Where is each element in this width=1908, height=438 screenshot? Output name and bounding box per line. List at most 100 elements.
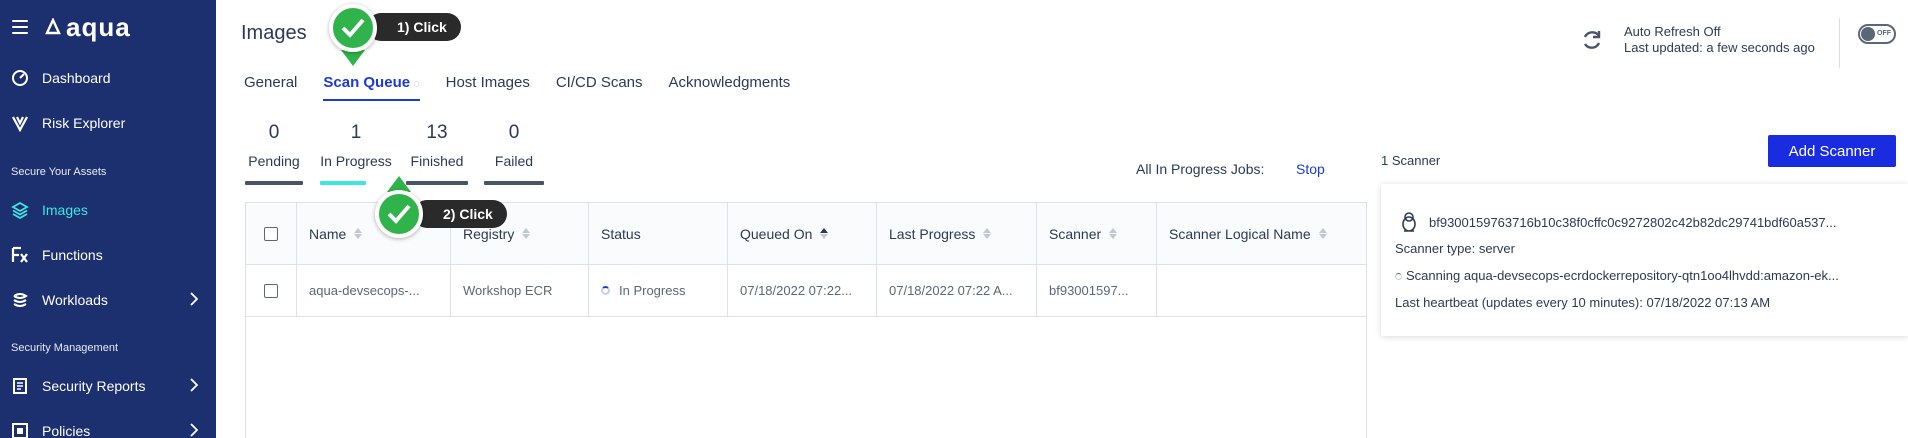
sidebar-item-label: Dashboard (42, 70, 111, 86)
header-divider (1839, 18, 1840, 68)
column-label: Last Progress (889, 225, 976, 242)
tab-host-images[interactable]: Host Images (446, 74, 530, 101)
auto-refresh: Auto Refresh Off Last updated: a few sec… (1580, 24, 1815, 56)
chevron-right-icon (190, 423, 199, 438)
cell-registry: Workshop ECR (451, 265, 589, 316)
scanner-card[interactable]: bf9300159763716b10c38f0cffc0c9272802c42b… (1381, 184, 1908, 336)
counter-in-progress[interactable]: 1 In Progress (320, 122, 392, 185)
sort-icon (354, 228, 363, 239)
select-all-checkbox[interactable] (264, 226, 278, 241)
cell-name[interactable]: aqua-devsecops-... (297, 265, 451, 316)
counter-underline (484, 181, 544, 185)
sidebar-item-images[interactable]: Images (0, 190, 216, 230)
table-row[interactable]: aqua-devsecops-... Workshop ECR In Progr… (246, 265, 1366, 317)
sidebar-item-policies[interactable]: Policies (0, 411, 216, 438)
cell-scanner: bf93001597... (1037, 265, 1157, 316)
layers-icon (11, 201, 29, 219)
tab-scan-queue[interactable]: Scan Queue ◌ (323, 74, 420, 101)
column-label: Scanner Logical Name (1169, 225, 1311, 242)
counter-underline (320, 181, 366, 185)
hamburger-menu-icon[interactable] (12, 20, 28, 34)
scanner-name: bf9300159763716b10c38f0cffc0c9272802c42b… (1429, 214, 1837, 230)
counter-label: In Progress (320, 153, 392, 169)
logo-text: aqua (66, 11, 131, 42)
pin-tail (341, 50, 365, 66)
counter-label: Pending (248, 153, 300, 169)
scan-queue-table: Name Registry Status Queued On Last Prog… (245, 202, 1367, 438)
column-header-status: Status (589, 203, 728, 264)
refresh-icon[interactable] (1580, 28, 1604, 52)
cell-last-progress: 07/18/2022 07:22 A... (877, 265, 1037, 316)
in-progress-spinner-icon (601, 286, 610, 295)
loading-spinner-icon: ◌ (413, 78, 420, 90)
counter-count: 0 (508, 122, 520, 143)
stop-jobs-link[interactable]: Stop (1296, 161, 1325, 177)
check-pin-icon (375, 190, 423, 238)
row-checkbox[interactable] (264, 283, 278, 298)
sidebar: aqua Dashboard Risk Explorer Secure Your… (0, 0, 216, 438)
row-select-cell (246, 265, 297, 316)
sidebar-item-workloads[interactable]: Workloads (0, 280, 216, 320)
scanning-spinner-icon (1395, 273, 1402, 280)
page-title: Images (241, 22, 307, 44)
chevron-right-icon (190, 292, 199, 309)
aqua-logo[interactable]: aqua (44, 12, 131, 43)
scanner-type: Scanner type: server (1395, 241, 1515, 256)
click-step-label: 2) Click (413, 200, 507, 228)
tab-label: Scan Queue (323, 74, 411, 91)
counter-pending[interactable]: 0 Pending (245, 122, 303, 185)
column-header-scanner-logical-name[interactable]: Scanner Logical Name (1157, 203, 1366, 264)
scanner-heartbeat: Last heartbeat (updates every 10 minutes… (1395, 295, 1771, 310)
chevron-right-icon (190, 378, 199, 395)
counter-failed[interactable]: 0 Failed (484, 122, 544, 185)
counter-underline (406, 181, 468, 185)
linux-penguin-icon (1402, 212, 1416, 232)
tab-cicd-scans[interactable]: CI/CD Scans (556, 74, 643, 101)
column-label: Name (309, 225, 347, 242)
workloads-icon (11, 291, 29, 309)
column-header-queued-on[interactable]: Queued On (728, 203, 877, 264)
sidebar-item-dashboard[interactable]: Dashboard (0, 58, 216, 98)
scanner-name-row: bf9300159763716b10c38f0cffc0c9272802c42b… (1401, 212, 1901, 232)
sort-icon (1318, 228, 1327, 239)
tab-acknowledgments[interactable]: Acknowledgments (669, 74, 791, 101)
sort-icon (1109, 228, 1118, 239)
risk-explorer-icon (11, 114, 29, 132)
gauge-icon (11, 69, 29, 87)
counter-finished[interactable]: 13 Finished (406, 122, 468, 185)
tab-general[interactable]: General (244, 74, 297, 101)
sidebar-item-label: Images (42, 202, 88, 218)
function-icon (11, 246, 29, 264)
add-scanner-button[interactable]: Add Scanner (1768, 135, 1896, 167)
sidebar-item-label: Risk Explorer (42, 115, 126, 131)
cell-scanner-logical-name (1157, 265, 1366, 316)
sidebar-item-functions[interactable]: Functions (0, 235, 216, 275)
tab-bar: General Scan Queue ◌ Host Images CI/CD Sc… (244, 74, 816, 101)
aqua-logo-mark-icon (45, 18, 61, 35)
counter-count: 13 (426, 122, 448, 143)
column-label: Scanner (1049, 225, 1102, 242)
counter-label: Finished (410, 153, 464, 169)
column-header-last-progress[interactable]: Last Progress (877, 203, 1037, 264)
status-text: In Progress (619, 283, 686, 298)
counter-label: Failed (494, 153, 534, 169)
auto-refresh-text: Auto Refresh Off Last updated: a few sec… (1624, 24, 1815, 56)
auto-refresh-label: Auto Refresh Off (1624, 24, 1721, 39)
counter-count: 0 (268, 122, 280, 143)
sidebar-item-risk-explorer[interactable]: Risk Explorer (0, 103, 216, 143)
column-label: Queued On (740, 225, 813, 242)
column-label: Status (601, 225, 641, 242)
scanner-count: 1 Scanner (1381, 153, 1441, 168)
sidebar-item-label: Security Reports (42, 378, 146, 394)
report-icon (11, 377, 29, 395)
sidebar-item-label: Functions (42, 247, 103, 263)
auto-refresh-toggle[interactable]: OFF (1858, 24, 1896, 44)
check-pin-icon (329, 4, 377, 52)
policies-icon (11, 422, 29, 438)
column-header-scanner[interactable]: Scanner (1037, 203, 1157, 264)
toggle-state-label: OFF (1877, 30, 1891, 37)
sidebar-item-label: Workloads (42, 292, 108, 308)
sidebar-item-security-reports[interactable]: Security Reports (0, 366, 216, 406)
section-security-management: Security Management (11, 342, 118, 354)
sort-icon (983, 228, 992, 239)
